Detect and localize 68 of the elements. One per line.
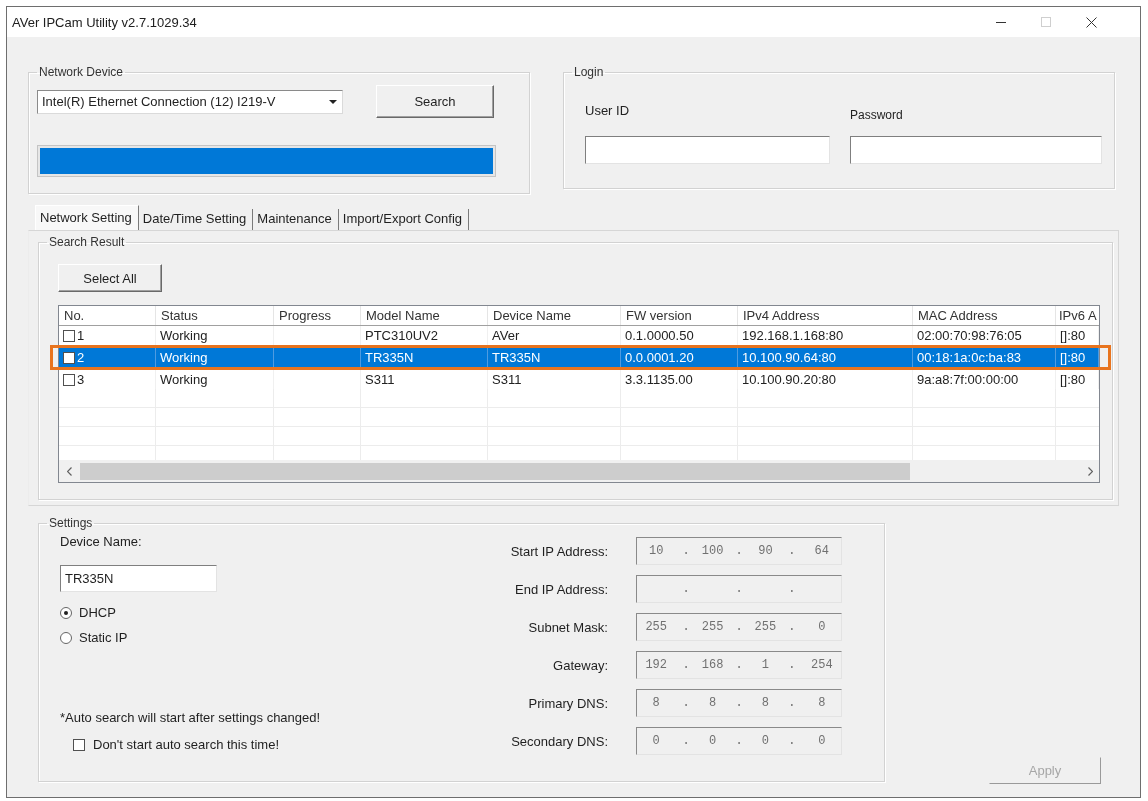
table-cell: 0.1.0000.50: [621, 326, 738, 345]
radio-label: DHCP: [79, 606, 116, 620]
table-cell: []:80: [1056, 326, 1099, 345]
table-cell: PTC310UV2: [361, 326, 488, 345]
column-header[interactable]: Status: [156, 306, 274, 325]
table-cell: Working: [156, 348, 274, 367]
tab[interactable]: Maintenance: [253, 209, 339, 230]
close-icon[interactable]: [1085, 16, 1097, 28]
password-field[interactable]: [850, 136, 1102, 164]
field-label: Primary DNS:: [527, 695, 608, 711]
column-header[interactable]: Device Name: [488, 306, 621, 325]
field-label: User ID: [585, 104, 631, 120]
table-cell: 00:18:1a:0c:ba:83: [913, 348, 1056, 367]
row-checkbox[interactable]: [63, 351, 75, 364]
column-header[interactable]: Progress: [274, 306, 361, 325]
table-cell: []:80: [1056, 348, 1099, 367]
group-title: Network Device: [38, 65, 125, 79]
minimize-icon[interactable]: [996, 21, 1006, 23]
field-label: Secondary DNS:: [510, 733, 608, 749]
checkbox[interactable]: [73, 738, 85, 751]
row-checkbox[interactable]: [63, 373, 75, 386]
field-label: Start IP Address:: [509, 543, 608, 559]
table-cell: TR335N: [361, 348, 488, 367]
field-label: Device Name:: [60, 535, 142, 549]
group-title: Search Result: [48, 235, 126, 249]
note-text: *Auto search will start after settings changed!: [60, 710, 321, 725]
table-cell: 192.168.1.168:80: [738, 326, 913, 345]
table-cell: AVer: [488, 326, 621, 345]
field-label: Password: [850, 108, 904, 122]
column-header[interactable]: IPv4 Address: [738, 306, 913, 325]
radio-button[interactable]: [60, 607, 72, 619]
column-header[interactable]: IPv6 A: [1056, 306, 1099, 325]
column-header[interactable]: MAC Address: [913, 306, 1056, 325]
row-number: 3: [77, 371, 85, 389]
scroll-left-icon[interactable]: [67, 466, 72, 476]
radio-button[interactable]: [60, 632, 72, 644]
column-header[interactable]: FW version: [621, 306, 738, 325]
group-title: Settings: [48, 516, 94, 530]
column-header[interactable]: Model Name: [361, 306, 488, 325]
scroll-right-icon[interactable]: [1088, 466, 1093, 476]
adapter-dropdown[interactable]: Intel(R) Ethernet Connection (12) I219-V: [37, 89, 343, 114]
row-checkbox[interactable]: [63, 329, 75, 342]
table-cell: 0.0.0001.20: [621, 348, 738, 367]
tab[interactable]: Import/Export Config: [338, 209, 469, 230]
checkbox-label: Don't start auto search this time!: [93, 737, 279, 752]
column-header[interactable]: No.: [59, 306, 156, 325]
field-label: End IP Address:: [514, 581, 608, 597]
search-button[interactable]: Search: [376, 85, 494, 118]
row-number: 1: [77, 327, 85, 345]
tab[interactable]: Network Setting: [35, 205, 139, 230]
field-label: Subnet Mask:: [527, 619, 608, 635]
table-cell: TR335N: [488, 348, 621, 367]
field-label: Gateway:: [552, 657, 608, 673]
window-title: AVer IPCam Utility v2.7.1029.34: [12, 14, 197, 30]
horizontal-scrollbar[interactable]: [59, 460, 1099, 482]
tab[interactable]: Date/Time Setting: [138, 209, 254, 230]
radio-label: Static IP: [79, 631, 128, 645]
scroll-thumb[interactable]: [80, 462, 910, 480]
table-cell: Working: [156, 326, 274, 345]
row-number: 2: [77, 349, 85, 367]
table-cell: 10.100.90.64:80: [738, 348, 913, 367]
table-row[interactable]: 1 Working PTC310UV2 AVer 0.1.0000.50 192.168.1.168:80 02:00:70:98:76:05 []:80: [59, 326, 1099, 345]
group-title: Login: [573, 65, 605, 79]
caret-icon: [329, 99, 337, 104]
select-all-button[interactable]: Select All: [58, 264, 162, 292]
user-id-field[interactable]: [585, 136, 830, 164]
table-cell: 02:00:70:98:76:05: [913, 326, 1056, 345]
device-name-field[interactable]: TR335N: [60, 565, 217, 592]
